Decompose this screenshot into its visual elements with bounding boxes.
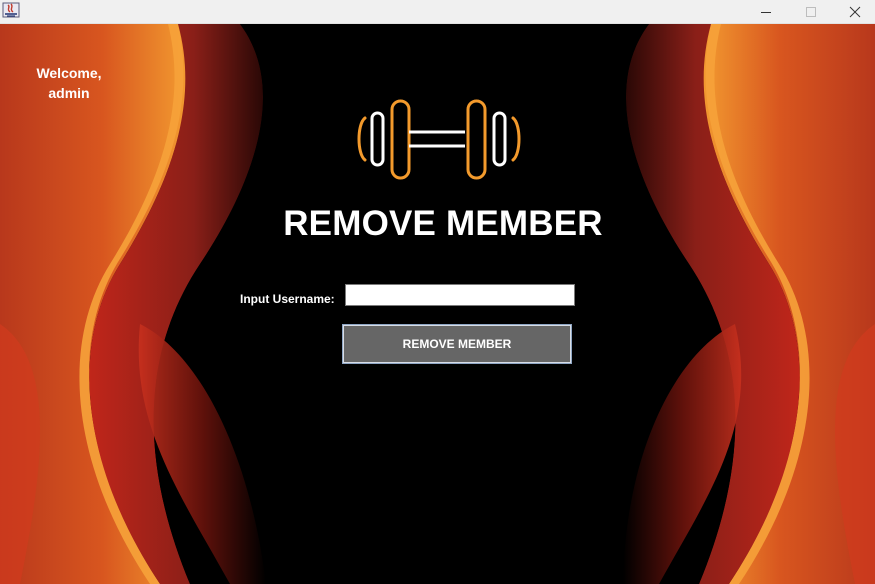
dumbbell-icon xyxy=(357,99,521,180)
page-title: REMOVE MEMBER xyxy=(283,204,603,243)
maximize-icon xyxy=(806,6,816,17)
content-panel: Welcome, admin REMOVE MEMBER Input Usern… xyxy=(0,24,875,584)
username-label: Input Username: xyxy=(240,292,335,306)
maximize-button[interactable] xyxy=(788,0,834,23)
java-app-icon xyxy=(2,2,20,18)
app-window: Welcome, admin REMOVE MEMBER Input Usern… xyxy=(0,0,875,584)
minimize-button[interactable] xyxy=(743,0,789,23)
welcome-message: Welcome, admin xyxy=(20,63,118,103)
remove-member-button[interactable]: REMOVE MEMBER xyxy=(342,324,572,364)
welcome-username: admin xyxy=(48,85,90,101)
username-input[interactable] xyxy=(345,284,575,306)
close-icon xyxy=(849,6,861,17)
title-bar[interactable] xyxy=(0,0,875,24)
close-button[interactable] xyxy=(832,0,875,23)
welcome-greeting: Welcome, xyxy=(36,65,102,81)
minimize-icon xyxy=(761,11,771,13)
